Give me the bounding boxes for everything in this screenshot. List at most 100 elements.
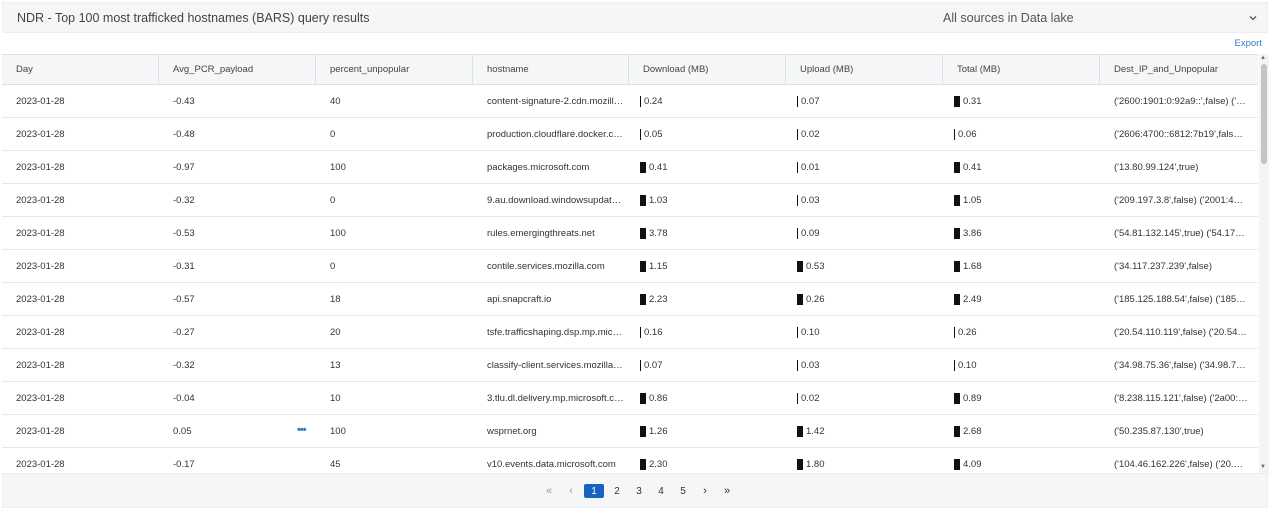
prev-page-button[interactable]: ‹ [560,484,582,498]
cell-text-avg: -0.53 [173,227,195,239]
chevron-down-icon[interactable] [1247,12,1259,24]
cell-host: 9.au.download.windowsupdate.com [473,184,629,216]
cell-text-day: 2023-01-28 [16,425,65,437]
column-header-day[interactable]: Day [2,55,159,84]
value-bar [797,359,798,371]
cell-total: 0.41 [943,151,1100,183]
cell-text-day: 2023-01-28 [16,260,65,272]
cell-text-up: 0.03 [801,194,820,206]
cell-host: rules.emergingthreats.net [473,217,629,249]
cell-day: 2023-01-28 [2,85,159,117]
value-bar [640,326,641,338]
table-row[interactable]: 2023-01-28 -0.97 100 packages.microsoft.com… [2,151,1258,184]
cell-text-down: 0.05 [644,128,663,140]
cell-up: 0.07 [786,85,943,117]
cell-dest: ('209.197.3.8',false) ('2001:4de0:ac19::… [1100,184,1258,216]
scrollbar-thumb[interactable] [1261,64,1267,164]
scroll-up-icon[interactable]: ▲ [1260,55,1266,61]
cell-avg: -0.32 [159,184,316,216]
cell-text-dest: ('185.125.188.54',false) ('185.125.188.5… [1114,293,1248,305]
cell-text-total: 0.41 [963,161,982,173]
cell-dest: ('54.81.132.145',true) ('54.174.142.10',… [1100,217,1258,249]
cell-text-pct: 18 [330,293,341,305]
cell-text-day: 2023-01-28 [16,161,65,173]
cell-day: 2023-01-28 [2,250,159,282]
cell-text-up: 1.80 [806,458,825,470]
cell-host: v10.events.data.microsoft.com [473,448,629,474]
cell-text-pct: 13 [330,359,341,371]
page-4-button[interactable]: 4 [650,484,672,498]
last-page-button[interactable]: » [716,484,738,498]
value-bar [954,260,960,272]
value-bar [954,425,960,437]
page-1-button[interactable]: 1 [584,484,604,498]
table-row[interactable]: 2023-01-28 -0.31 0 contile.services.mozilla… [2,250,1258,283]
table-row[interactable]: 2023-01-28 -0.57 18 api.snapcraft.io 2.23 0.2… [2,283,1258,316]
cell-text-dest: ('2606:4700::6812:7b19',false) ('104.18.… [1114,128,1248,140]
column-header-total[interactable]: Total (MB) [943,55,1100,84]
cell-down: 1.03 [629,184,786,216]
value-bar [797,458,803,470]
cell-host: tsfe.trafficshaping.dsp.mp.microsoft.com [473,316,629,348]
scroll-down-icon[interactable]: ▼ [1260,464,1266,470]
table-row[interactable]: 2023-01-28 -0.17 45 v10.events.data.microso… [2,448,1258,474]
cell-host: wsprnet.org [473,415,629,447]
table-row[interactable]: 2023-01-28 -0.43 40 content-signature-2.cdn… [2,85,1258,118]
cell-text-down: 0.16 [644,326,663,338]
source-selector[interactable]: All sources in Data lake [943,11,1074,25]
cell-text-down: 0.86 [649,392,668,404]
pagination: « ‹ 12345 › » [538,484,738,498]
cell-text-down: 0.07 [644,359,663,371]
cell-text-dest: ('34.117.237.239',false) [1114,260,1212,272]
cell-text-pct: 100 [330,161,346,173]
cell-text-pct: 20 [330,326,341,338]
cell-text-down: 1.03 [649,194,668,206]
table-row[interactable]: 2023-01-28 -0.48 0 production.cloudflare.do… [2,118,1258,151]
column-header-host[interactable]: hostname [473,55,629,84]
table-row[interactable]: 2023-01-28 -0.32 0 9.au.download.windowsupd… [2,184,1258,217]
table-row[interactable]: 2023-01-28 -0.32 13 classify-client.service… [2,349,1258,382]
cell-host: contile.services.mozilla.com [473,250,629,282]
table-row[interactable]: 2023-01-28 -0.53 100 rules.emergingthreats.… [2,217,1258,250]
value-bar [640,260,646,272]
cell-avg: -0.48 [159,118,316,150]
page-2-button[interactable]: 2 [606,484,628,498]
table-row[interactable]: 2023-01-28 -0.04 10 3.tlu.dl.delivery.mp.mi… [2,382,1258,415]
column-header-dest[interactable]: Dest_IP_and_Unpopular [1100,55,1258,84]
cell-text-host: packages.microsoft.com [487,161,590,173]
value-bar [954,458,960,470]
column-header-pct[interactable]: percent_unpopular [316,55,473,84]
page-3-button[interactable]: 3 [628,484,650,498]
cell-total: 0.31 [943,85,1100,117]
cell-text-host: rules.emergingthreats.net [487,227,595,239]
ellipsis-icon[interactable]: ••• [297,424,307,436]
cell-up: 0.03 [786,349,943,381]
cell-text-total: 0.10 [958,359,977,371]
cell-text-pct: 40 [330,95,341,107]
cell-text-up: 0.01 [801,161,820,173]
cell-pct: 0 [316,184,473,216]
next-page-button[interactable]: › [694,484,716,498]
cell-dest: ('8.238.115.121',false) ('2a00:2381:ffff… [1100,382,1258,414]
table-row[interactable]: 2023-01-28 -0.27 20 tsfe.trafficshaping.dsp… [2,316,1258,349]
column-header-down[interactable]: Download (MB) [629,55,786,84]
page-5-button[interactable]: 5 [672,484,694,498]
cell-text-down: 0.41 [649,161,668,173]
cell-day: 2023-01-28 [2,415,159,447]
column-header-avg[interactable]: Avg_PCR_payload [159,55,316,84]
cell-avg: -0.32 [159,349,316,381]
cell-avg: -0.31 [159,250,316,282]
export-link[interactable]: Export [1235,38,1262,49]
column-header-up[interactable]: Upload (MB) [786,55,943,84]
value-bar [954,161,960,173]
cell-text-dest: ('54.81.132.145',true) ('54.174.142.10',… [1114,227,1248,239]
cell-pct: 0 [316,250,473,282]
cell-down: 2.30 [629,448,786,474]
cell-text-dest: ('34.98.75.36',false) ('34.98.75.37',fal… [1114,359,1248,371]
value-bar [797,392,798,404]
table-row[interactable]: 2023-01-28 0.05 ••• 100 wsprnet.org 1.26 1.42 2… [2,415,1258,448]
cell-text-up: 0.07 [801,95,820,107]
cell-pct: 0 [316,118,473,150]
value-bar [797,293,803,305]
first-page-button[interactable]: « [538,484,560,498]
